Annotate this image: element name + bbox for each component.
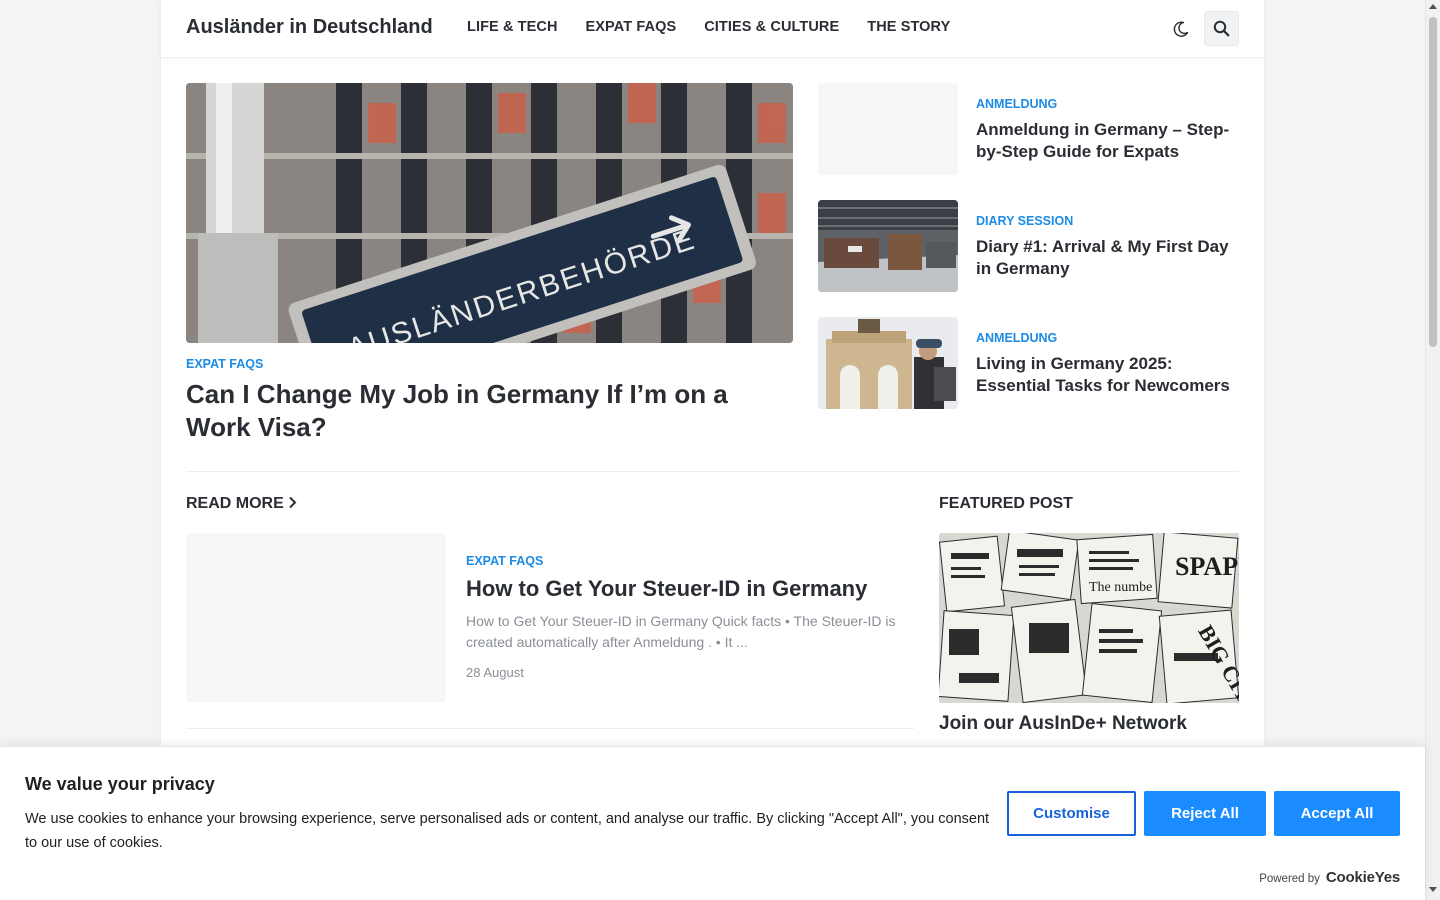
side-post-title[interactable]: Living in Germany 2025: Essential Tasks … [976, 353, 1238, 397]
post-thumbnail[interactable] [186, 533, 446, 702]
side-post-title[interactable]: Anmeldung in Germany – Step-by-Step Guid… [976, 119, 1238, 163]
side-post-thumbnail[interactable] [818, 83, 958, 175]
nav-item-the-story[interactable]: THE STORY [867, 19, 950, 35]
post-category[interactable]: EXPAT FAQS [466, 554, 543, 568]
hero-image[interactable]: AUSLÄNDERBEHÖRDE [186, 83, 793, 343]
chevron-right-icon [289, 496, 297, 509]
scroll-up-arrow-icon[interactable] [1429, 4, 1437, 9]
powered-by-label: Powered by [1259, 873, 1320, 885]
side-post-title[interactable]: Diary #1: Arrival & My First Day in Germ… [976, 236, 1238, 280]
svg-text:SPAPER: SPAPER [1175, 552, 1239, 581]
post-title[interactable]: How to Get Your Steuer-ID in Germany [466, 576, 926, 602]
scroll-down-arrow-icon[interactable] [1429, 887, 1437, 892]
section-divider [186, 471, 1239, 472]
side-post[interactable]: ANMELDUNG Living in Germany 2025: Essent… [818, 317, 1243, 409]
side-post-category[interactable]: DIARY SESSION [976, 214, 1073, 228]
post-date: 28 August [466, 665, 524, 680]
site-title[interactable]: Ausländer in Deutschland [186, 16, 433, 39]
featured-image[interactable]: SPAPER BIG CITY The numbe [939, 533, 1239, 703]
reject-all-button[interactable]: Reject All [1144, 791, 1266, 836]
nav-item-expat-faqs[interactable]: EXPAT FAQS [586, 19, 677, 35]
cookieyes-logo: CookieYes [1325, 869, 1400, 886]
customise-button[interactable]: Customise [1007, 791, 1136, 836]
scroll-thumb[interactable] [1429, 17, 1437, 347]
nav-item-cities-culture[interactable]: CITIES & CULTURE [704, 19, 839, 35]
cookie-title: We value your privacy [25, 774, 215, 794]
side-post-category[interactable]: ANMELDUNG [976, 331, 1057, 345]
main-nav: LIFE & TECH EXPAT FAQS CITIES & CULTURE … [467, 19, 978, 35]
search-icon [1213, 20, 1230, 37]
powered-by[interactable]: Powered by CookieYes [1259, 869, 1400, 886]
side-post-thumbnail[interactable] [818, 317, 958, 409]
moon-icon[interactable] [1171, 19, 1191, 39]
nav-item-life-tech[interactable]: LIFE & TECH [467, 19, 558, 35]
side-post[interactable]: DIARY SESSION Diary #1: Arrival & My Fir… [818, 200, 1243, 292]
page-scrollbar[interactable] [1425, 0, 1440, 900]
svg-text:The numbe: The numbe [1089, 580, 1152, 595]
side-post-category[interactable]: ANMELDUNG [976, 97, 1057, 111]
side-post[interactable]: ANMELDUNG Anmeldung in Germany – Step-by… [818, 83, 1243, 175]
read-more-link[interactable]: READ MORE [186, 495, 298, 513]
read-more-label: READ MORE [186, 495, 284, 512]
post-divider [186, 728, 914, 729]
hero-category[interactable]: EXPAT FAQS [186, 357, 263, 371]
cookie-banner: We value your privacy We use cookies to … [0, 746, 1425, 900]
search-button[interactable] [1204, 11, 1239, 46]
post-excerpt: How to Get Your Steuer-ID in Germany Qui… [466, 613, 896, 650]
hero-title[interactable]: Can I Change My Job in Germany If I’m on… [186, 378, 786, 444]
featured-post-heading: FEATURED POST [939, 495, 1073, 512]
featured-title[interactable]: Join our AusInDe+ Network [939, 713, 1187, 735]
cookie-text: We use cookies to enhance your browsing … [25, 811, 990, 851]
accept-all-button[interactable]: Accept All [1274, 791, 1400, 836]
site-header: Ausländer in Deutschland LIFE & TECH EXP… [161, 0, 1264, 58]
side-post-thumbnail[interactable] [818, 200, 958, 292]
